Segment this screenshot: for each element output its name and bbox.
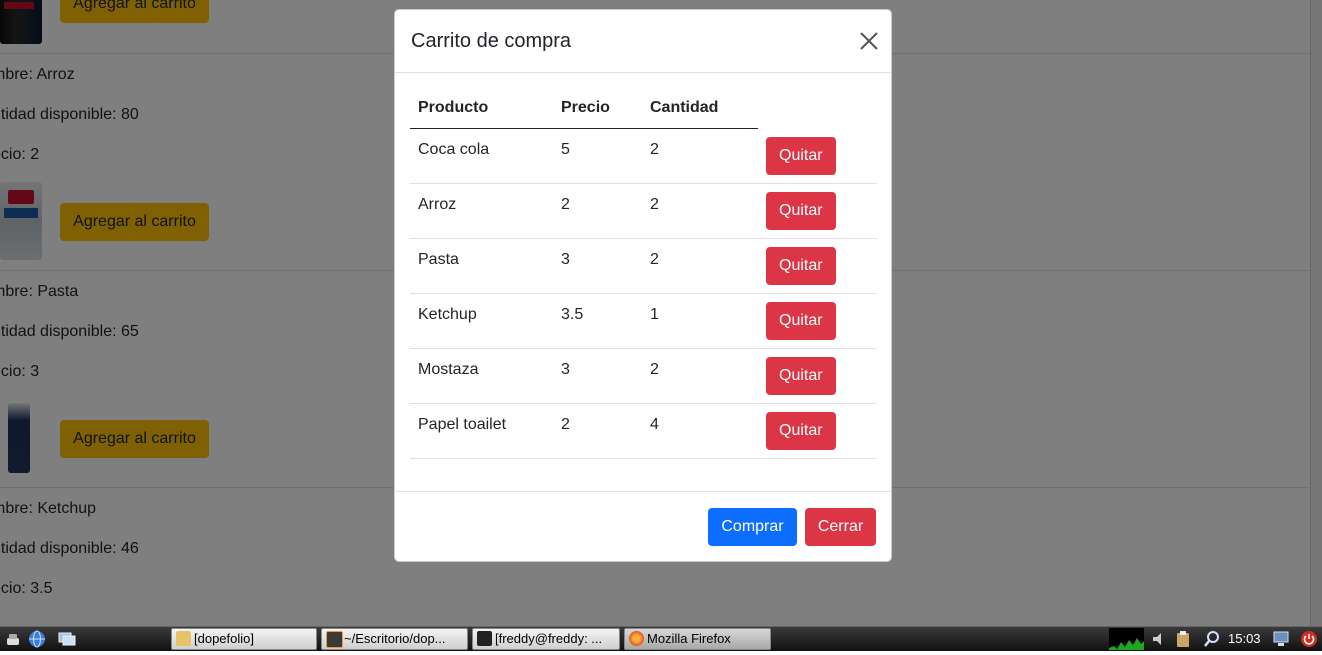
cell-cantidad: 2 <box>642 348 758 404</box>
start-menu-icon[interactable] <box>4 630 22 648</box>
cell-producto: Papel toailet <box>410 403 553 459</box>
remove-button[interactable]: Quitar <box>766 247 836 285</box>
table-row: Pasta 3 2 Quitar <box>410 238 877 294</box>
firefox-icon <box>629 631 644 646</box>
browser-globe-icon[interactable] <box>28 630 46 648</box>
taskbar-item-label: [freddy@freddy: ... <box>495 631 603 646</box>
search-icon[interactable] <box>1203 630 1221 648</box>
cell-actions: Quitar <box>758 238 877 294</box>
taskbar-item-sublime[interactable]: ~/Escritorio/dop... <box>321 628 468 650</box>
taskbar-item-label: Mozilla Firefox <box>647 631 731 646</box>
remove-button[interactable]: Quitar <box>766 302 836 340</box>
table-row: Papel toailet 2 4 Quitar <box>410 403 877 459</box>
modal-header: Carrito de compra <box>395 10 891 73</box>
table-header-row: Producto Precio Cantidad <box>410 88 877 129</box>
folder-icon <box>176 631 191 646</box>
cell-producto: Pasta <box>410 238 553 294</box>
cell-cantidad: 1 <box>642 293 758 349</box>
modal-footer: Comprar Cerrar <box>395 491 891 562</box>
terminal-icon <box>477 631 492 646</box>
cell-precio: 3 <box>553 238 642 294</box>
cell-producto: Mostaza <box>410 348 553 404</box>
cell-actions: Quitar <box>758 348 877 404</box>
cell-actions: Quitar <box>758 128 877 184</box>
column-header-actions <box>758 88 877 129</box>
modal-body: Producto Precio Cantidad Coca cola 5 2 Q… <box>395 73 891 491</box>
taskbar-item-label: [dopefolio] <box>194 631 254 646</box>
cell-actions: Quitar <box>758 403 877 459</box>
table-row: Ketchup 3.5 1 Quitar <box>410 293 877 349</box>
sublime-text-icon <box>326 631 343 648</box>
column-header-producto: Producto <box>410 88 553 129</box>
cell-producto: Coca cola <box>410 128 553 184</box>
taskbar-item-dopefolio[interactable]: [dopefolio] <box>171 628 317 650</box>
taskbar-item-firefox[interactable]: Mozilla Firefox <box>624 628 771 650</box>
cell-cantidad: 2 <box>642 183 758 239</box>
remove-button[interactable]: Quitar <box>766 136 836 175</box>
clock: 15:03 <box>1228 631 1261 646</box>
cell-producto: Arroz <box>410 183 553 239</box>
cell-precio: 2 <box>553 183 642 239</box>
cell-actions: Quitar <box>758 293 877 349</box>
cell-cantidad: 2 <box>642 238 758 294</box>
cell-cantidad: 2 <box>642 128 758 184</box>
cell-precio: 3.5 <box>553 293 642 349</box>
column-header-precio: Precio <box>553 88 642 129</box>
show-desktop-icon[interactable] <box>58 630 76 648</box>
cell-cantidad: 4 <box>642 403 758 459</box>
cell-precio: 2 <box>553 403 642 459</box>
taskbar: [dopefolio] ~/Escritorio/dop... [freddy@… <box>0 626 1322 651</box>
cell-precio: 5 <box>553 128 642 184</box>
table-row: Mostaza 3 2 Quitar <box>410 348 877 404</box>
cell-producto: Ketchup <box>410 293 553 349</box>
column-header-cantidad: Cantidad <box>642 88 758 129</box>
remove-button[interactable]: Quitar <box>766 412 836 450</box>
close-icon[interactable] <box>854 26 884 56</box>
table-row: Arroz 2 2 Quitar <box>410 183 877 239</box>
cell-actions: Quitar <box>758 183 877 239</box>
volume-icon[interactable] <box>1150 630 1168 648</box>
network-icon[interactable] <box>1272 630 1290 648</box>
remove-button[interactable]: Quitar <box>766 192 836 230</box>
cpu-monitor-graph <box>1109 628 1144 650</box>
close-button[interactable]: Cerrar <box>805 508 876 546</box>
cell-precio: 3 <box>553 348 642 404</box>
cart-table: Producto Precio Cantidad Coca cola 5 2 Q… <box>410 88 877 459</box>
table-row: Coca cola 5 2 Quitar <box>410 128 877 184</box>
clipboard-icon[interactable] <box>1174 630 1192 648</box>
buy-button[interactable]: Comprar <box>708 508 797 546</box>
taskbar-item-terminal[interactable]: [freddy@freddy: ... <box>472 628 620 650</box>
remove-button[interactable]: Quitar <box>766 357 836 395</box>
modal-title: Carrito de compra <box>411 30 572 52</box>
taskbar-item-label: ~/Escritorio/dop... <box>344 631 446 646</box>
power-icon[interactable] <box>1300 630 1318 648</box>
cart-modal: Carrito de compra Producto Precio Cantid… <box>394 9 892 562</box>
